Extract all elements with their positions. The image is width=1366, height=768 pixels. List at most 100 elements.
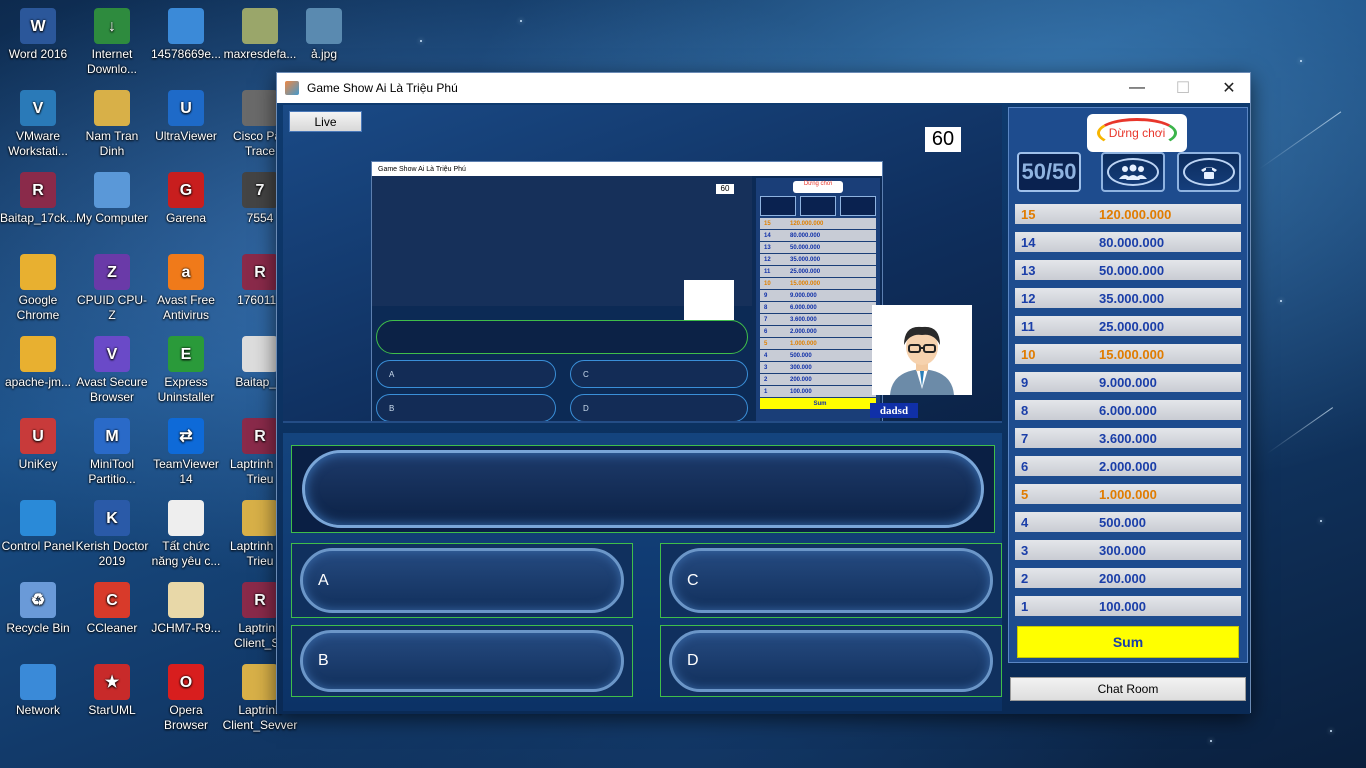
- stop-game-button[interactable]: Dừng chơi: [1087, 114, 1187, 152]
- desktop-icon[interactable]: R Baitap_17ck...: [0, 172, 76, 226]
- chat-room-button[interactable]: Chat Room: [1010, 677, 1246, 701]
- mini-ladder: Dừng chơi 15 120.000.000 14 80.000.000 13 50.…: [756, 178, 880, 421]
- desktop-icon[interactable]: JCHM7-R9...: [148, 582, 224, 636]
- desktop-icon[interactable]: G Garena: [148, 172, 224, 226]
- mini-option-b: B: [376, 394, 556, 421]
- desktop-icon-image: [168, 582, 204, 618]
- desktop-icon[interactable]: V VMware Workstati...: [0, 90, 76, 159]
- mini-prize-row: 6 2.000.000: [760, 326, 876, 337]
- desktop-icon[interactable]: M MiniTool Partitio...: [74, 418, 150, 487]
- mini-prize-level: 8: [764, 304, 768, 311]
- answer-d-letter: D: [687, 652, 699, 669]
- desktop-icon-image: [168, 500, 204, 536]
- desktop-icon[interactable]: ★ StarUML: [74, 664, 150, 718]
- mini-prize-level: 3: [764, 364, 768, 371]
- desktop-icon[interactable]: a Avast Free Antivirus: [148, 254, 224, 323]
- desktop-icon[interactable]: apache-jm...: [0, 336, 76, 390]
- mini-prize-amount: 3.600.000: [790, 316, 817, 323]
- question-text: [302, 450, 984, 528]
- desktop-icon[interactable]: C CCleaner: [74, 582, 150, 636]
- desktop-icon-label: apache-jm...: [4, 375, 72, 389]
- desktop-icon-image: R: [20, 172, 56, 208]
- mini-prize-amount: 120.000.000: [790, 220, 824, 227]
- desktop-icon-label: ả.jpg: [310, 47, 338, 61]
- desktop-icon-image: a: [168, 254, 204, 290]
- mini-prize-row: 10 15.000.000: [760, 278, 876, 289]
- desktop-icon-label: StarUML: [88, 703, 136, 717]
- mini-prize-amount: 500.000: [790, 352, 812, 359]
- prize-level: 11: [1021, 318, 1035, 334]
- desktop-icon-image: K: [94, 500, 130, 536]
- mini-prize-row: 7 3.600.000: [760, 314, 876, 325]
- lifeline-phone-button[interactable]: [1177, 152, 1241, 192]
- prize-level: 15: [1021, 206, 1036, 222]
- desktop-icon-label: TeamViewer 14: [153, 457, 219, 486]
- desktop-icon-label: Tất chức năng yêu c...: [151, 539, 221, 568]
- desktop-icon[interactable]: Tất chức năng yêu c...: [148, 500, 224, 569]
- prize-row: 10 15.000.000: [1015, 344, 1241, 364]
- desktop-icon-image: [242, 664, 278, 700]
- live-button[interactable]: Live: [289, 111, 362, 132]
- prize-amount: 6.000.000: [1099, 402, 1157, 418]
- answer-d-button[interactable]: D: [660, 625, 1002, 697]
- desktop-icon[interactable]: ♻ Recycle Bin: [0, 582, 76, 636]
- desktop-icon[interactable]: ⇄ TeamViewer 14: [148, 418, 224, 487]
- desktop-icon[interactable]: K Kerish Doctor 2019: [74, 500, 150, 569]
- prize-level: 5: [1021, 486, 1029, 502]
- prize-level: 4: [1021, 514, 1029, 530]
- desktop-icon[interactable]: My Computer: [74, 172, 150, 226]
- mini-prize-amount: 6.000.000: [790, 304, 817, 311]
- desktop-icon-image: U: [20, 418, 56, 454]
- host-avatar: [872, 305, 972, 395]
- close-button[interactable]: ✕: [1206, 73, 1252, 103]
- prize-level: 7: [1021, 430, 1029, 446]
- desktop-icon-label: Express Uninstaller: [157, 375, 215, 404]
- desktop-icon[interactable]: Google Chrome: [0, 254, 76, 323]
- desktop-icon[interactable]: ả.jpg: [286, 8, 362, 62]
- prize-amount: 15.000.000: [1099, 346, 1165, 362]
- answer-b-button[interactable]: B: [291, 625, 633, 697]
- lifeline-audience-button[interactable]: [1101, 152, 1165, 192]
- desktop-icon-label: CPUID CPU-Z: [76, 293, 147, 322]
- desktop-icon-label: MiniTool Partitio...: [88, 457, 136, 486]
- desktop-icon-label: Avast Free Antivirus: [157, 293, 215, 322]
- desktop-icon[interactable]: Z CPUID CPU-Z: [74, 254, 150, 323]
- desktop-icon[interactable]: Control Panel: [0, 500, 76, 554]
- desktop-icon[interactable]: ↓ Internet Downlo...: [74, 8, 150, 77]
- sum-button[interactable]: Sum: [1017, 626, 1239, 658]
- host-name: dadsd: [870, 403, 918, 418]
- desktop-icon[interactable]: U UltraViewer: [148, 90, 224, 144]
- prize-level: 14: [1021, 234, 1036, 250]
- desktop-icon-image: [242, 90, 278, 126]
- mini-prize-row: 14 80.000.000: [760, 230, 876, 241]
- desktop-icon-image: [20, 254, 56, 290]
- mini-prize-row: 12 35.000.000: [760, 254, 876, 265]
- mini-content: 60: [372, 176, 752, 320]
- lifeline-5050-button[interactable]: 50/50: [1017, 152, 1081, 192]
- desktop-icon[interactable]: O Opera Browser: [148, 664, 224, 733]
- prize-amount: 2.000.000: [1099, 458, 1157, 474]
- answer-b-shape: [300, 630, 624, 692]
- window-title: Game Show Ai Là Triệu Phú: [307, 81, 458, 95]
- desktop-icon[interactable]: Network: [0, 664, 76, 718]
- prize-row: 4 500.000: [1015, 512, 1241, 532]
- prize-amount: 35.000.000: [1099, 290, 1165, 306]
- desktop-icon[interactable]: 14578669e...: [148, 8, 224, 62]
- desktop-icon[interactable]: V Avast Secure Browser: [74, 336, 150, 405]
- maximize-button[interactable]: ☐: [1160, 73, 1206, 103]
- mini-prize-amount: 100.000: [790, 388, 812, 395]
- desktop-icon[interactable]: Nam Tran Dinh: [74, 90, 150, 159]
- answer-a-letter: A: [318, 571, 329, 589]
- mini-prize-level: 6: [764, 328, 768, 335]
- mini-question: [376, 320, 748, 354]
- desktop-icon[interactable]: U UniKey: [0, 418, 76, 472]
- answer-c-button[interactable]: C: [660, 543, 1002, 618]
- mini-prize-amount: 300.000: [790, 364, 812, 371]
- answer-a-button[interactable]: A: [291, 543, 633, 618]
- mini-prize-level: 11: [764, 268, 771, 275]
- minimize-button[interactable]: —: [1114, 73, 1160, 103]
- desktop-icon[interactable]: E Express Uninstaller: [148, 336, 224, 405]
- desktop-icon-label: UniKey: [18, 457, 58, 471]
- desktop-icon-label: JCHM7-R9...: [151, 621, 221, 635]
- desktop-icon[interactable]: W Word 2016: [0, 8, 76, 62]
